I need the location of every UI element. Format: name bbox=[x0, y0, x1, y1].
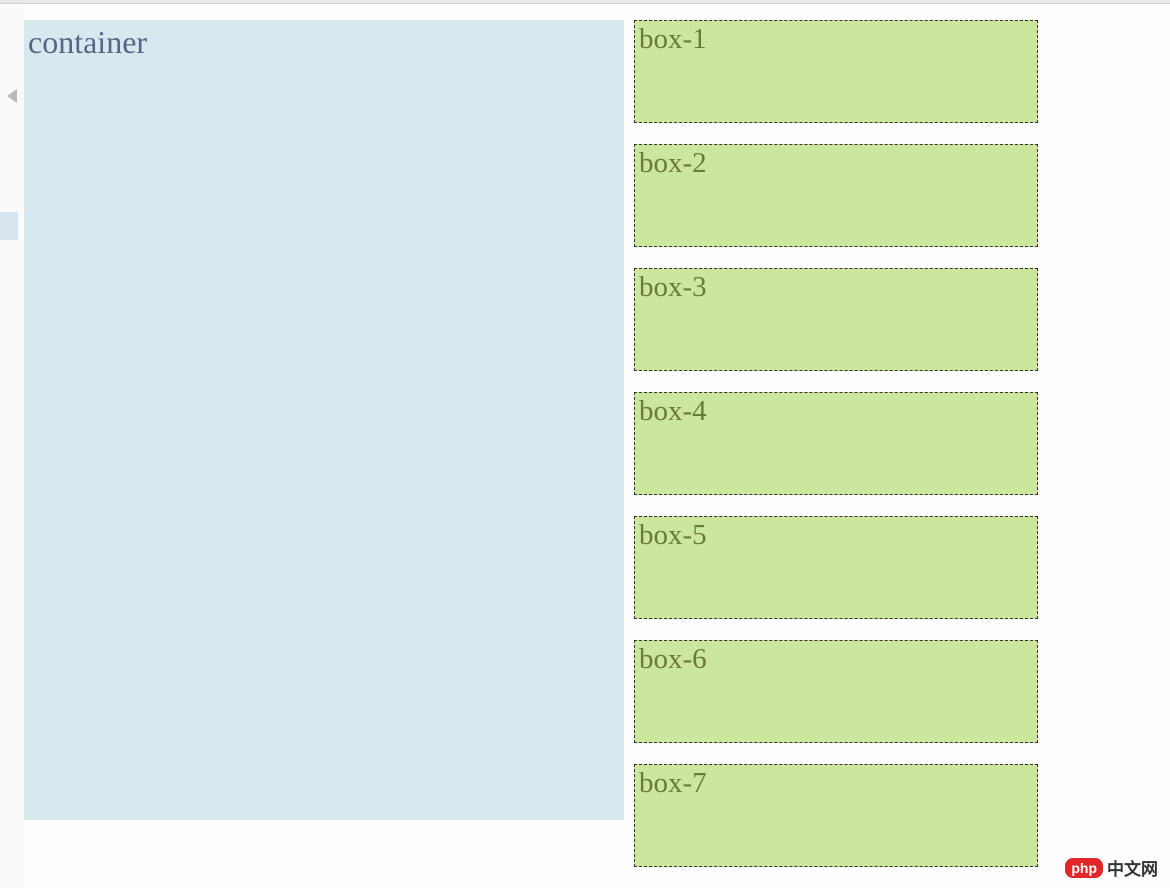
box-label: box-6 bbox=[639, 643, 1037, 676]
box-3: box-3 bbox=[634, 268, 1038, 371]
left-highlight bbox=[0, 212, 18, 240]
boxes-column: box-1 box-2 box-3 box-4 box-5 box-6 box-… bbox=[634, 20, 1038, 888]
box-4: box-4 bbox=[634, 392, 1038, 495]
box-label: box-7 bbox=[639, 767, 1037, 800]
box-5: box-5 bbox=[634, 516, 1038, 619]
top-bar bbox=[0, 0, 1170, 4]
watermark: php 中文网 bbox=[1065, 855, 1158, 880]
box-label: box-3 bbox=[639, 271, 1037, 304]
watermark-text: 中文网 bbox=[1107, 855, 1158, 880]
container-panel: container bbox=[24, 20, 624, 820]
box-label: box-1 bbox=[639, 23, 1037, 56]
box-6: box-6 bbox=[634, 640, 1038, 743]
box-label: box-5 bbox=[639, 519, 1037, 552]
container-label: container bbox=[28, 24, 624, 61]
box-2: box-2 bbox=[634, 144, 1038, 247]
php-badge: php bbox=[1065, 858, 1103, 878]
left-edge bbox=[0, 4, 24, 888]
box-7: box-7 bbox=[634, 764, 1038, 867]
box-label: box-4 bbox=[639, 395, 1037, 428]
left-arrow-icon bbox=[7, 89, 17, 103]
box-label: box-2 bbox=[639, 147, 1037, 180]
box-1: box-1 bbox=[634, 20, 1038, 123]
